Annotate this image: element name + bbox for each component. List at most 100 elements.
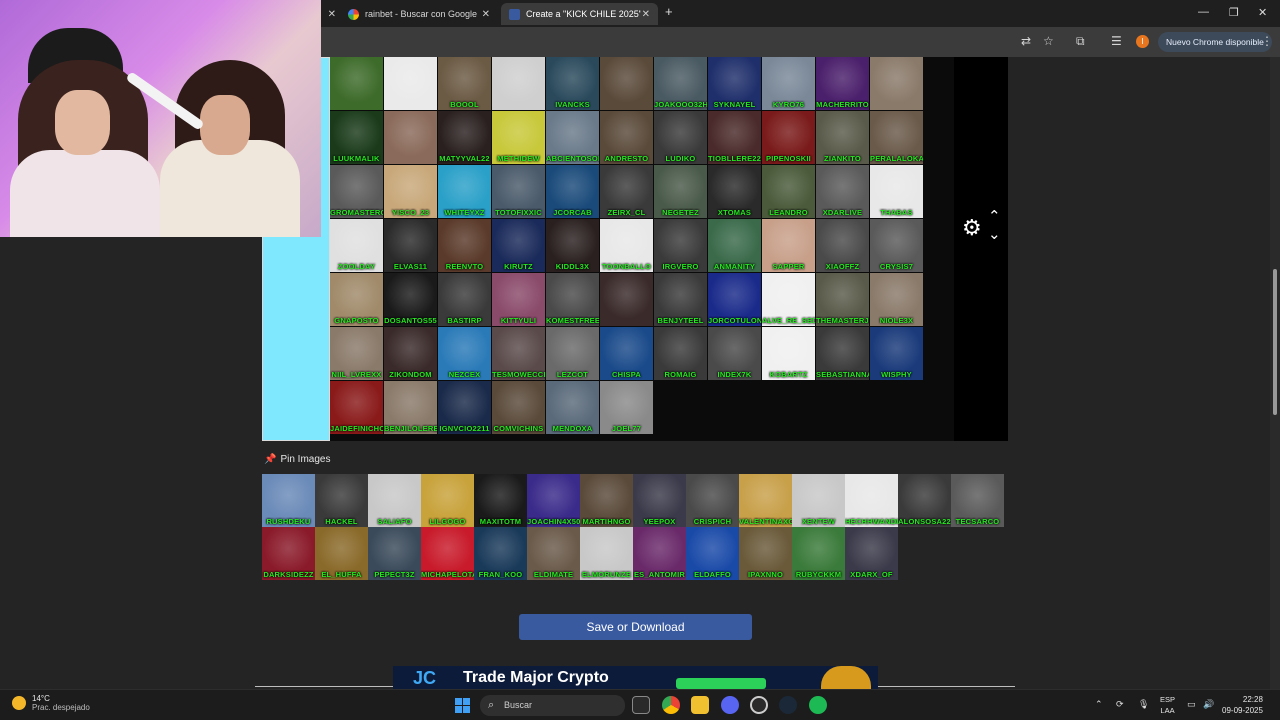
tier-image[interactable]: MACHERRITO [816,57,869,110]
tier-image[interactable]: SEBASTIANNATR [816,327,869,380]
pin-image[interactable]: RUBYCKKM [792,527,845,580]
tier-image[interactable]: LEANDRO [762,165,815,218]
tier-image[interactable]: THABAS [870,165,923,218]
pin-image[interactable]: TECSARCO [951,474,1004,527]
gear-icon[interactable]: ⚙ [962,215,982,241]
close-icon[interactable]: ✕ [642,9,650,20]
tab-close-prev[interactable]: ✕ [322,3,336,25]
tier-image[interactable] [330,57,383,110]
tier-image[interactable] [384,57,437,110]
tier-image[interactable]: ABCIENTOSOLA [546,111,599,164]
tier-image[interactable]: ZIKONDOM [384,327,437,380]
weather-widget[interactable]: 14°C Prac. despejado [12,694,90,712]
tier-image[interactable]: NIIL_LVREXX [330,327,383,380]
pin-image[interactable]: PEPECT3Z [368,527,421,580]
tier-image[interactable]: DOSANTOS55 [384,273,437,326]
windows-start-icon[interactable] [455,698,470,713]
pin-image[interactable]: ELDAFFO [686,527,739,580]
pin-image[interactable]: EL_HUFFA [315,527,368,580]
close-window-icon[interactable]: ✕ [1258,6,1267,19]
chrome-taskbar-icon[interactable] [662,696,680,714]
pin-image[interactable]: CRISPICH [686,474,739,527]
tier-image[interactable] [492,57,545,110]
scrollbar-thumb[interactable] [1273,269,1277,415]
tier-image[interactable]: ROMAIG [654,327,707,380]
tier-image[interactable]: IGNVCIO2211 [438,381,491,434]
tier-image[interactable]: GNAPOSTO [330,273,383,326]
tier-image[interactable]: NEZCEX [438,327,491,380]
tier-image[interactable]: ELVAS11 [384,219,437,272]
tier-image[interactable]: IRGVERO [654,219,707,272]
obs-icon[interactable] [750,696,768,714]
pin-image[interactable]: ALONSOSA22 [898,474,951,527]
pin-image[interactable]: IPAXNNO [739,527,792,580]
restore-icon[interactable]: ❐ [1229,6,1239,19]
tier-image[interactable]: LUDIKO [654,111,707,164]
pin-image[interactable]: LILGOGO [421,474,474,527]
tier-image[interactable]: IVANCKS [546,57,599,110]
tier-image[interactable]: LEZCOT [546,327,599,380]
tier-image[interactable]: TIOBLLERE22 [708,111,761,164]
system-clock[interactable]: 22:28 09-09-2025 [1222,694,1263,716]
save-download-button[interactable]: Save or Download [519,614,752,640]
pin-image[interactable]: MARTIHNGO [580,474,633,527]
tier-image[interactable]: PERALALOKA [870,111,923,164]
tier-image[interactable]: TESMOWECCL [492,327,545,380]
tier-image[interactable]: KYRO76 [762,57,815,110]
tier-image[interactable]: KIDDL3X [546,219,599,272]
pin-image[interactable]: VALENTINAXGATI [739,474,792,527]
pin-image[interactable]: MICHAPELOTA [421,527,474,580]
tier-image[interactable]: ANDRESTO [600,111,653,164]
pin-image[interactable]: ES_ANTOMIR [633,527,686,580]
translate-icon[interactable]: ⇄ [1021,34,1031,48]
tray-chevron-icon[interactable]: ⌃ [1095,699,1103,710]
minimize-icon[interactable]: — [1198,6,1209,18]
network-icon[interactable]: ▭ [1187,699,1196,710]
taskbar-search[interactable]: ⌕ Buscar [480,695,625,716]
page-scrollbar[interactable] [1270,57,1280,689]
update-chrome-button[interactable]: Nuevo Chrome disponible [1158,32,1272,52]
tier-image[interactable]: TOONBALLO [600,219,653,272]
tier-image[interactable]: NEGETEZ [654,165,707,218]
tier-image[interactable] [600,57,653,110]
tier-image[interactable]: CHISPA [600,327,653,380]
tier-image[interactable]: KOMESTFREE [546,273,599,326]
tier-image[interactable]: NIOLE3X [870,273,923,326]
tier-image[interactable]: BENJILOLERE [384,381,437,434]
pin-image[interactable]: MAXITOTM [474,474,527,527]
ad-cta[interactable] [676,678,766,689]
sync-icon[interactable]: ⟳ [1116,699,1124,710]
tier-image[interactable]: YISCO_23 [384,165,437,218]
tier-image[interactable]: BASTIRP [438,273,491,326]
tier-image[interactable]: KITTYULI [492,273,545,326]
pin-image[interactable]: YEEPOX [633,474,686,527]
menu-kebab-icon[interactable]: ⋮ [1261,34,1273,48]
tier-image[interactable]: REENVTO [438,219,491,272]
tier-image[interactable]: XTOMAS [708,165,761,218]
tier-image[interactable] [600,273,653,326]
steam-icon[interactable] [779,696,797,714]
tab-tiermaker[interactable]: Create a "KICK CHILE 2025" Tie ✕ [501,3,658,25]
tier-image[interactable] [870,57,923,110]
tier-image[interactable]: SAPPER [762,219,815,272]
tier-image[interactable]: ALVE_RE_SED [762,273,815,326]
tier-image[interactable]: XIAOFFZ [816,219,869,272]
pin-image[interactable]: SALIAFO [368,474,421,527]
tier-image[interactable]: KOBARTZ [762,327,815,380]
discord-icon[interactable] [721,696,739,714]
tier-image[interactable] [384,111,437,164]
tier-image[interactable]: MATYYVAL22 [438,111,491,164]
tier-image[interactable]: TOTOFIXXIC [492,165,545,218]
tier-image[interactable]: JCORCAB [546,165,599,218]
extensions-icon[interactable]: ⧉ [1076,34,1085,49]
tier-image[interactable]: COMVICHINS [492,381,545,434]
pin-image[interactable]: XDARX_OF [845,527,898,580]
tier-image[interactable]: JOEL77 [600,381,653,434]
close-icon[interactable]: ✕ [328,9,336,20]
tier-image[interactable]: INDEX7K [708,327,761,380]
tab-google[interactable]: rainbet - Buscar con Google ✕ [340,3,498,25]
pin-image[interactable]: ELDIMATE [527,527,580,580]
tier-image[interactable]: WHITEYXZ [438,165,491,218]
tier-image[interactable]: METHIDEW [492,111,545,164]
tier-image[interactable]: KIRUTZ [492,219,545,272]
